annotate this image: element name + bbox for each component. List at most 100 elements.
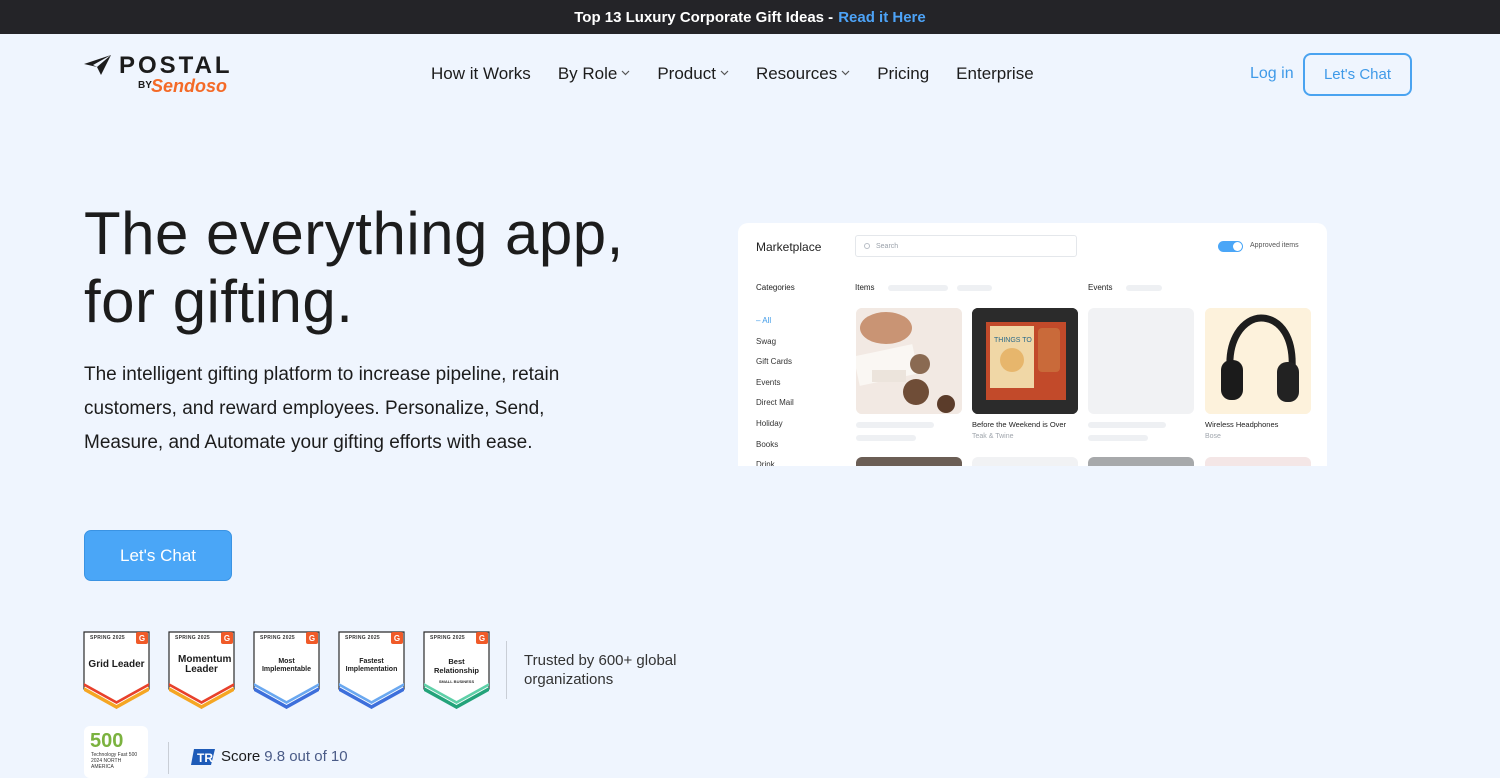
badge-name: Grid Leader — [88, 659, 145, 670]
search-icon — [864, 243, 870, 249]
category-events[interactable]: Events — [756, 373, 794, 394]
marketplace-search-input[interactable]: Search — [855, 235, 1077, 257]
g2-logo-icon: G — [221, 632, 233, 644]
category-drink[interactable]: Drink — [756, 455, 794, 466]
nav-label: Pricing — [877, 64, 930, 83]
chevron-down-icon — [621, 70, 630, 76]
card-title: Wireless Headphones — [1205, 420, 1279, 429]
nav-label: Resources — [755, 64, 838, 83]
chevron-down-icon — [720, 70, 729, 76]
divider — [168, 742, 169, 774]
logo-by: BY — [138, 80, 152, 91]
placeholder-bar — [957, 285, 992, 291]
placeholder-bar — [1088, 422, 1166, 428]
placeholder-bar — [856, 422, 934, 428]
truffles-image — [856, 308, 962, 414]
category-all[interactable]: – All — [756, 311, 794, 332]
badge-season: SPRING 2025 — [430, 635, 465, 641]
nav-how-it-works[interactable]: How it Works — [431, 64, 531, 84]
categories-list: – All Swag Gift Cards Events Direct Mail… — [756, 311, 794, 466]
product-card-weekend-box[interactable]: THINGS TO — [972, 308, 1078, 414]
product-card-peek[interactable] — [856, 457, 962, 466]
trustradius-score: Score 9.8 out of 10 — [221, 748, 348, 765]
placeholder-bar — [1126, 285, 1162, 291]
badge-season: SPRING 2025 — [90, 635, 125, 641]
placeholder-bar — [888, 285, 948, 291]
announcement-banner: Top 13 Luxury Corporate Gift Ideas - Rea… — [0, 0, 1500, 34]
marketplace-title: Marketplace — [756, 240, 822, 254]
items-heading: Items — [855, 283, 875, 292]
badge-name: Fastest Implementation — [345, 658, 398, 673]
g2-badge-fastest-implementation: SPRING 2025 G Fastest Implementation — [338, 631, 405, 709]
postal-logo[interactable]: POSTAL BY Sendoso — [84, 52, 244, 98]
card-title: Before the Weekend is Over — [972, 420, 1067, 429]
nav-label: How it Works — [431, 64, 531, 83]
g2-logo-icon: G — [136, 632, 148, 644]
banner-link[interactable]: Read it Here — [838, 9, 926, 26]
product-card-headphones[interactable] — [1205, 308, 1311, 414]
logo-sendoso: Sendoso — [151, 76, 228, 96]
toggle-knob — [1233, 242, 1242, 251]
nav-product[interactable]: Product — [657, 64, 729, 84]
marketplace-preview: Marketplace Search Approved items Catego… — [738, 223, 1327, 466]
gift-box-image: THINGS TO — [972, 308, 1078, 414]
trustradius-icon: TR — [191, 749, 215, 765]
badge-season: SPRING 2025 — [345, 635, 380, 641]
event-card-placeholder[interactable] — [1088, 308, 1194, 414]
hero-title-line1: The everything app, — [84, 200, 624, 267]
nav-enterprise[interactable]: Enterprise — [956, 64, 1033, 84]
categories-heading: Categories — [756, 283, 795, 292]
score-label: Score — [221, 748, 261, 765]
g2-logo-icon: G — [391, 632, 403, 644]
divider — [506, 641, 507, 699]
product-card-peek[interactable] — [1088, 457, 1194, 466]
award-line2: 2024 NORTH AMERICA — [91, 758, 122, 770]
award-text: Technology Fast 500 2024 NORTH AMERICA — [91, 752, 145, 770]
g2-badge-most-implementable: SPRING 2025 G Most Implementable — [253, 631, 320, 709]
category-gift-cards[interactable]: Gift Cards — [756, 352, 794, 373]
g2-badges: SPRING 2025 G Grid Leader SPRING 2025 G … — [83, 631, 490, 709]
events-heading: Events — [1088, 283, 1113, 292]
nav-pricing[interactable]: Pricing — [877, 64, 929, 84]
hero-chat-button[interactable]: Let's Chat — [84, 530, 232, 581]
card-subtitle: Teak & Twine — [972, 433, 1014, 440]
category-swag[interactable]: Swag — [756, 332, 794, 353]
badge-season: SPRING 2025 — [260, 635, 295, 641]
svg-text:THINGS TO: THINGS TO — [994, 337, 1032, 344]
category-direct-mail[interactable]: Direct Mail — [756, 393, 794, 414]
g2-badge-momentum-leader: SPRING 2025 G Momentum Leader — [168, 631, 235, 709]
nav-resources[interactable]: Resources — [756, 64, 850, 84]
trusted-text: Trusted by 600+ global organizations — [524, 652, 677, 688]
category-holiday[interactable]: Holiday — [756, 414, 794, 435]
svg-text:TR: TR — [197, 751, 213, 765]
badge-extra: SMALL BUSINESS — [438, 679, 475, 684]
placeholder-bar — [856, 435, 916, 441]
category-books[interactable]: Books — [756, 435, 794, 456]
hero-title: The everything app, for gifting. — [84, 200, 624, 336]
hero-title-line2: for gifting. — [84, 268, 354, 335]
nav-by-role[interactable]: By Role — [558, 64, 631, 84]
score-value: 9.8 out of 10 — [264, 748, 348, 765]
product-card-truffles[interactable] — [856, 308, 962, 414]
approved-items-label: Approved items — [1250, 242, 1299, 249]
nav-label: Enterprise — [956, 64, 1034, 83]
headphones-image — [1205, 308, 1311, 414]
search-placeholder: Search — [876, 242, 899, 250]
nav-label: By Role — [557, 64, 618, 83]
g2-badge-best-relationship: SPRING 2025 G Best Relationship SMALL BU… — [423, 631, 490, 709]
award-number: 500 — [90, 730, 124, 752]
product-card-peek[interactable] — [972, 457, 1078, 466]
paper-plane-icon — [84, 55, 111, 75]
fast-500-award: 500 Technology Fast 500 2024 NORTH AMERI… — [84, 726, 148, 778]
chevron-down-icon — [841, 70, 850, 76]
product-card-peek[interactable] — [1205, 457, 1311, 466]
badge-name: Momentum Leader — [178, 654, 232, 675]
g2-badge-grid-leader: SPRING 2025 G Grid Leader — [83, 631, 150, 709]
login-link[interactable]: Log in — [1250, 65, 1294, 83]
nav-label: Product — [657, 64, 716, 83]
banner-text: Top 13 Luxury Corporate Gift Ideas - — [574, 8, 834, 26]
approved-items-toggle[interactable] — [1218, 241, 1243, 252]
g2-logo-icon: G — [306, 632, 318, 644]
header-chat-button[interactable]: Let's Chat — [1303, 53, 1412, 96]
main-nav: How it Works By Role Product Resources P… — [431, 64, 1034, 84]
